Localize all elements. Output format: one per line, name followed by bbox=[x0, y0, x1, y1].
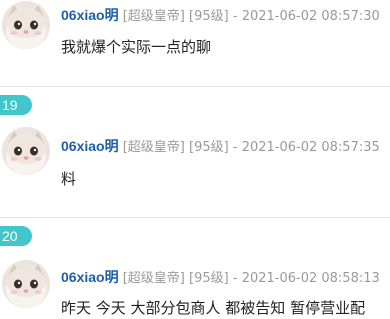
post-meta: 06xiao明 [超级皇帝] [95级] - 2021-06-02 08:58:… bbox=[61, 268, 380, 288]
meta-separator: - bbox=[232, 140, 238, 155]
cat-avatar-icon[interactable] bbox=[2, 127, 50, 175]
post-divider bbox=[0, 217, 390, 218]
level-label: [95级] bbox=[189, 140, 229, 155]
post-content-line: 昨天 今天 大部分包商人 都被告知 暂停营业 bbox=[61, 299, 351, 317]
post-content: 昨天 今天 大部分包商人 都被告知 暂停营业配 bbox=[61, 298, 365, 318]
post-time: 2021-06-02 08:58:13 bbox=[241, 271, 380, 286]
rank-label: [超级皇帝] bbox=[122, 271, 185, 286]
rank-label: [超级皇帝] bbox=[122, 9, 185, 24]
post-meta: 06xiao明 [超级皇帝] [95级] - 2021-06-02 08:57:… bbox=[61, 137, 380, 157]
post-content: 我就爆个实际一点的聊 bbox=[61, 38, 212, 56]
level-label: [95级] bbox=[189, 9, 229, 24]
username-link[interactable]: 06xiao明 bbox=[61, 138, 119, 154]
post-divider bbox=[0, 86, 390, 87]
post-time: 2021-06-02 08:57:30 bbox=[241, 9, 380, 24]
rank-label: [超级皇帝] bbox=[122, 140, 185, 155]
level-label: [95级] bbox=[189, 271, 229, 286]
post-meta: 06xiao明 [超级皇帝] [95级] - 2021-06-02 08:57:… bbox=[61, 6, 380, 26]
post-content-tail: 配 bbox=[350, 299, 366, 317]
floor-badge: 19 bbox=[0, 95, 32, 115]
reply-thread: 06xiao明 [超级皇帝] [95级] - 2021-06-02 08:57:… bbox=[0, 0, 390, 319]
cat-avatar-icon[interactable] bbox=[2, 260, 50, 308]
username-link[interactable]: 06xiao明 bbox=[61, 7, 119, 23]
floor-badge: 20 bbox=[0, 226, 32, 246]
post-time: 2021-06-02 08:57:35 bbox=[241, 140, 380, 155]
cat-avatar-icon[interactable] bbox=[2, 1, 50, 49]
post-content: 料 bbox=[61, 170, 77, 188]
meta-separator: - bbox=[232, 9, 238, 24]
username-link[interactable]: 06xiao明 bbox=[61, 269, 119, 285]
meta-separator: - bbox=[232, 271, 238, 286]
